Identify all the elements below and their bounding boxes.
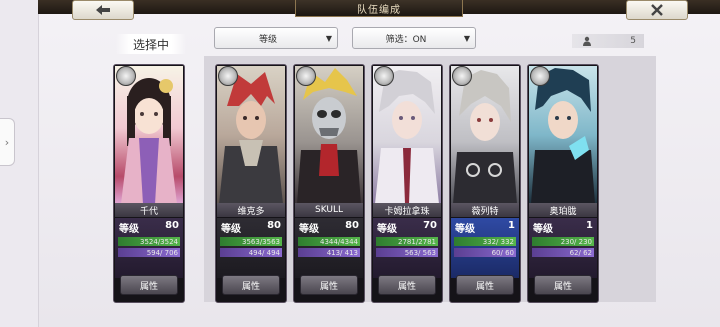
level-label: 等级 xyxy=(299,224,319,235)
mp-bar: 563/ 563 xyxy=(376,248,438,257)
party-count: 5 xyxy=(572,34,644,48)
character-portrait xyxy=(451,66,519,204)
mp-bar: 594/ 706 xyxy=(118,248,180,257)
mp-bar: 60/ 60 xyxy=(454,248,516,257)
attribute-button[interactable]: 属性 xyxy=(300,275,358,295)
element-badge-icon xyxy=(452,66,472,86)
character-name: 薇列特 xyxy=(451,203,519,217)
mp-bar: 494/ 494 xyxy=(220,248,282,257)
hp-bar: 4344/4344 xyxy=(298,237,360,246)
filter-dropdown-label: 筛选：ON xyxy=(385,34,427,45)
character-name: 卡姆拉拿珠 xyxy=(373,203,441,217)
level-label: 等级 xyxy=(377,224,397,235)
hp-bar: 332/ 332 xyxy=(454,237,516,246)
level-label: 等级 xyxy=(119,224,139,235)
character-card[interactable]: 薇列特 等级 1 332/ 332 60/ 60 属性 xyxy=(449,64,521,303)
hp-bar: 2781/2781 xyxy=(376,237,438,246)
selected-character-card[interactable]: 千代 等级 80 3524/3524 594/ 706 属性 xyxy=(113,64,185,303)
element-badge-icon xyxy=(218,66,238,86)
character-portrait xyxy=(529,66,597,204)
character-card[interactable]: 奥珀胧 等级 1 230/ 230 62/ 62 属性 xyxy=(527,64,599,303)
sort-dropdown-label: 等级 xyxy=(258,34,277,45)
hp-bar: 3524/3524 xyxy=(118,237,180,246)
filter-dropdown[interactable]: 筛选：ON ▼ xyxy=(352,27,476,49)
close-icon xyxy=(651,4,663,16)
element-badge-icon xyxy=(116,66,136,86)
character-portrait xyxy=(373,66,441,204)
level-label: 等级 xyxy=(533,224,553,235)
attribute-button[interactable]: 属性 xyxy=(534,275,592,295)
close-button[interactable] xyxy=(626,0,688,20)
character-name: 奥珀胧 xyxy=(529,203,597,217)
hp-bar: 3563/3563 xyxy=(220,237,282,246)
chevron-right-icon: › xyxy=(4,135,10,149)
character-card[interactable]: 卡姆拉拿珠 等级 70 2781/2781 563/ 563 属性 xyxy=(371,64,443,303)
level-label: 等级 xyxy=(455,224,475,235)
sort-dropdown[interactable]: 等级 ▼ xyxy=(214,27,338,49)
team-formation-screen: › 队伍编成 选择中 等级 ▼ 筛选：ON ▼ 5 千代 等级 80 3524/… xyxy=(0,0,720,327)
level-value: 80 xyxy=(267,220,281,231)
attribute-button[interactable]: 属性 xyxy=(378,275,436,295)
attribute-button[interactable]: 属性 xyxy=(456,275,514,295)
level-value: 1 xyxy=(586,220,593,231)
dropdown-arrow-icon: ▼ xyxy=(463,33,471,43)
element-badge-icon xyxy=(296,66,316,86)
character-stats: 等级 80 4344/4344 413/ 413 xyxy=(295,218,363,278)
user-icon xyxy=(580,34,594,48)
level-value: 80 xyxy=(345,220,359,231)
page-title: 队伍编成 xyxy=(295,0,463,17)
level-value: 70 xyxy=(423,220,437,231)
character-name: SKULL xyxy=(295,203,363,217)
level-value: 80 xyxy=(165,220,179,231)
dropdown-arrow-icon: ▼ xyxy=(325,33,333,43)
character-card[interactable]: SKULL 等级 80 4344/4344 413/ 413 属性 xyxy=(293,64,365,303)
character-portrait xyxy=(295,66,363,204)
attribute-button[interactable]: 属性 xyxy=(222,275,280,295)
character-stats: 等级 1 332/ 332 60/ 60 xyxy=(451,218,519,278)
element-badge-icon xyxy=(530,66,550,86)
level-label: 等级 xyxy=(221,224,241,235)
back-button[interactable] xyxy=(72,0,134,20)
selecting-label: 选择中 xyxy=(116,34,186,54)
character-portrait xyxy=(217,66,285,204)
mp-bar: 62/ 62 xyxy=(532,248,594,257)
hp-bar: 230/ 230 xyxy=(532,237,594,246)
character-stats: 等级 1 230/ 230 62/ 62 xyxy=(529,218,597,278)
attribute-button[interactable]: 属性 xyxy=(120,275,178,295)
back-arrow-icon xyxy=(96,5,110,15)
character-card[interactable]: 维克多 等级 80 3563/3563 494/ 494 属性 xyxy=(215,64,287,303)
side-drawer-handle[interactable]: › xyxy=(0,118,15,166)
character-stats: 等级 70 2781/2781 563/ 563 xyxy=(373,218,441,278)
character-stats: 等级 80 3524/3524 594/ 706 xyxy=(115,218,183,278)
character-portrait xyxy=(115,66,183,204)
character-stats: 等级 80 3563/3563 494/ 494 xyxy=(217,218,285,278)
level-value: 1 xyxy=(508,220,515,231)
element-badge-icon xyxy=(374,66,394,86)
character-name: 千代 xyxy=(115,203,183,217)
character-name: 维克多 xyxy=(217,203,285,217)
mp-bar: 413/ 413 xyxy=(298,248,360,257)
party-count-value: 5 xyxy=(630,36,636,46)
